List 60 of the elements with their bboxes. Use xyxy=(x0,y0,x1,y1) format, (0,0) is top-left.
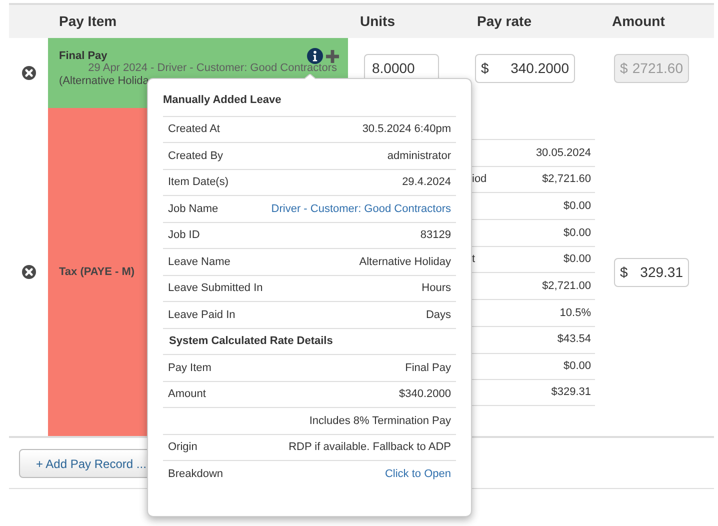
detail-value: Hours xyxy=(422,281,451,296)
remove-icon[interactable] xyxy=(22,66,36,80)
detail-label: Created At xyxy=(168,122,220,137)
currency-symbol: $ xyxy=(620,262,628,282)
detail-value: $340.2000 xyxy=(399,387,451,402)
detail-label: Origin xyxy=(168,440,198,455)
detail-label: Pay Item xyxy=(168,360,212,376)
breakdown-value: $43.54 xyxy=(557,332,591,348)
plus-icon[interactable] xyxy=(325,48,340,64)
breakdown-value: $0.00 xyxy=(563,359,591,374)
detail-label: Created By xyxy=(168,148,224,164)
currency-symbol: $ xyxy=(620,59,628,78)
breakdown-label: t xyxy=(472,252,476,268)
field-value: 329.31 xyxy=(640,262,683,282)
detail-label: Leave Name xyxy=(168,254,230,270)
detail-value: 29.4.2024 xyxy=(402,175,451,190)
detail-value: RDP if available. Fallback to ADP xyxy=(288,440,451,455)
breakdown-value: $0.00 xyxy=(563,198,591,214)
breakdown-value: $2,721.60 xyxy=(542,172,591,188)
detail-label: Breakdown xyxy=(168,467,224,482)
field-value: 2721.60 xyxy=(632,59,683,78)
detail-link[interactable]: Driver - Customer: Good Contractors xyxy=(271,200,451,217)
detail-note: Includes 8% Termination Pay xyxy=(309,414,451,428)
detail-label: Amount xyxy=(168,387,206,402)
detail-label: Leave Paid In xyxy=(168,308,236,322)
remove-icon[interactable] xyxy=(22,265,36,279)
breakdown-value: $2,721.00 xyxy=(542,279,591,294)
detail-value: administrator xyxy=(387,148,451,164)
pay-item-name: Tax (PAYE - M) xyxy=(59,264,135,280)
detail-value: Final Pay xyxy=(405,360,451,376)
field-value: 8.0000 xyxy=(372,59,415,78)
section-heading: System Calculated Rate Details xyxy=(169,334,333,349)
breakdown-label: iod xyxy=(472,172,487,188)
currency-symbol: $ xyxy=(481,59,489,78)
pay-item-detail: 29 Apr 2024 - Driver - Customer: Good Contractors xyxy=(87,62,337,74)
column-header: Amount xyxy=(611,12,666,31)
detail-label: Job Name xyxy=(168,202,218,216)
pay-rate-field[interactable]: $ 340.2000 xyxy=(475,54,575,83)
detail-value: Days xyxy=(426,308,451,322)
popover-title: Manually Added Leave xyxy=(163,92,456,116)
breakdown-value: $0.00 xyxy=(563,252,591,268)
field-value: 340.2000 xyxy=(510,59,569,78)
amount-field[interactable]: $ 329.31 xyxy=(614,258,689,286)
detail-value: Alternative Holiday xyxy=(359,254,451,270)
pay-item-name: Final Pay xyxy=(59,49,108,63)
breakdown-value: $329.31 xyxy=(551,385,591,400)
breakdown-value: 30.05.2024 xyxy=(536,146,591,161)
detail-value: 83129 xyxy=(420,228,451,243)
detail-label: Item Date(s) xyxy=(168,175,229,190)
column-header: Units xyxy=(359,12,396,31)
column-header: Pay rate xyxy=(476,12,532,31)
detail-label: Leave Submitted In xyxy=(168,281,263,296)
breakdown-value: 10.5% xyxy=(560,306,591,321)
detail-label: Job ID xyxy=(168,228,200,243)
info-icon[interactable] xyxy=(307,48,323,64)
pay-item-detail: (Alternative Holida xyxy=(59,74,149,88)
detail-value: 30.5.2024 6:40pm xyxy=(362,122,451,137)
column-header: Pay Item xyxy=(58,12,118,31)
breakdown-value: $0.00 xyxy=(563,226,591,241)
detail-link[interactable]: Click to Open xyxy=(384,466,451,482)
